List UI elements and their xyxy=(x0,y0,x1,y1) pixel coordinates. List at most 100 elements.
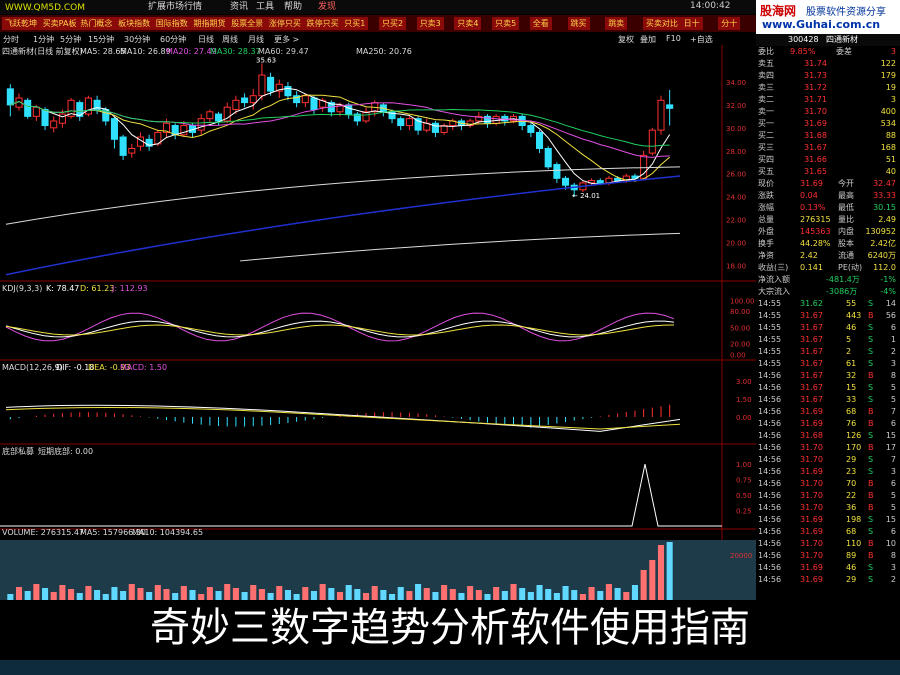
period-tab-7[interactable]: 周线 xyxy=(222,34,238,45)
func-button-11[interactable]: 只卖3 xyxy=(416,17,444,30)
stat-value2: 30.15 xyxy=(873,203,896,212)
stat-value: 0.04 xyxy=(800,191,818,200)
tick-time: 14:56 xyxy=(758,551,782,560)
candle-body xyxy=(397,118,405,127)
tick-side: S xyxy=(868,575,874,584)
func-button-8[interactable]: 跌停只买 xyxy=(303,17,342,30)
tick-side: S xyxy=(868,347,874,356)
func-button-15[interactable]: 跳买 xyxy=(567,17,590,30)
tick-price: 31.67 xyxy=(800,323,823,332)
func-button-3[interactable]: 板块指数 xyxy=(115,17,154,30)
func-button-4[interactable]: 国际指数 xyxy=(152,17,191,30)
period-tab-1[interactable]: 1分钟 xyxy=(33,34,54,45)
tick-side: B xyxy=(868,551,874,560)
menu-item-7[interactable]: 帮助 xyxy=(284,1,302,13)
period-tab-4[interactable]: 30分钟 xyxy=(124,34,150,45)
bid-qty: 51 xyxy=(885,155,896,164)
tick-price: 31.69 xyxy=(800,515,823,524)
func-button-1[interactable]: 买卖PA板 xyxy=(39,17,80,30)
func-button-19[interactable]: 分十 xyxy=(718,17,741,30)
tick-count: 5 xyxy=(890,503,896,512)
toolbar-button-1[interactable]: 叠加 xyxy=(640,34,656,45)
func-button-12[interactable]: 只卖4 xyxy=(454,17,482,30)
func-button-13[interactable]: 只卖5 xyxy=(492,17,520,30)
bid-label: 买四 xyxy=(758,155,774,164)
main-ytick: 34.00 xyxy=(726,79,746,87)
candle-body xyxy=(666,104,674,109)
func-button-9[interactable]: 只买1 xyxy=(341,17,369,30)
tick-side: S xyxy=(868,563,874,572)
bid-label: 买一 xyxy=(758,119,774,128)
candle-body xyxy=(345,104,353,115)
stat-label: 外盘 xyxy=(758,227,774,236)
tick-side: B xyxy=(868,311,874,320)
func-button-0[interactable]: 飞跃乾坤 xyxy=(2,17,40,30)
stat-row: 涨跌 0.04 最高 33.33 xyxy=(756,190,900,202)
func-button-2[interactable]: 热门概念 xyxy=(77,17,116,30)
tick-time: 14:55 xyxy=(758,323,782,332)
tick-volume: 126 xyxy=(846,431,862,440)
ma30-label: MA30: 28.37 xyxy=(210,47,261,56)
candle-body xyxy=(128,147,136,154)
bid-row: 买四 31.66 51 xyxy=(756,154,900,166)
period-tab-9[interactable]: 更多 > xyxy=(274,34,299,45)
period-tab-2[interactable]: 5分钟 xyxy=(60,34,81,45)
tick-price: 31.69 xyxy=(800,407,823,416)
tick-row: 14:56 31.69 46 S 3 xyxy=(756,562,900,574)
stat-value: 276315 xyxy=(800,215,831,224)
tick-count: 1 xyxy=(890,335,896,344)
menu-item-5[interactable]: 资讯 xyxy=(230,1,248,13)
period-tab-0[interactable]: 分时 xyxy=(3,34,19,45)
low-price-label: ← 24.01 xyxy=(572,192,600,200)
toolbar-button-0[interactable]: 复权 xyxy=(618,34,634,45)
tick-row: 14:56 31.67 15 S 5 xyxy=(756,382,900,394)
tick-time: 14:56 xyxy=(758,431,782,440)
tick-volume: 76 xyxy=(846,419,857,428)
menu-item-8[interactable]: 发现 xyxy=(318,1,336,13)
tick-side: B xyxy=(868,443,874,452)
volume-ytick: 20000 xyxy=(730,552,752,560)
candle-body xyxy=(110,118,118,140)
stat-value: 145363 xyxy=(800,227,831,236)
tick-side: S xyxy=(868,527,874,536)
toolbar-button-2[interactable]: F10 xyxy=(666,34,681,43)
stat-label: 换手 xyxy=(758,239,774,248)
tick-time: 14:56 xyxy=(758,443,782,452)
func-button-16[interactable]: 跳卖 xyxy=(605,17,628,30)
tick-price: 31.70 xyxy=(800,455,823,464)
volume-bar xyxy=(640,570,647,600)
volume-chart: 20000 xyxy=(0,540,756,600)
tick-side: B xyxy=(868,419,874,428)
toolbar-button-3[interactable]: +自选 xyxy=(690,34,713,45)
logo-slogan: 股票软件资源分享 xyxy=(806,7,886,18)
tick-time: 14:56 xyxy=(758,515,782,524)
stat-label: 现价 xyxy=(758,179,774,188)
candle-body xyxy=(657,99,665,131)
func-button-5[interactable]: 期指期货 xyxy=(190,17,229,30)
period-tab-6[interactable]: 日线 xyxy=(198,34,214,45)
main-ytick: 32.00 xyxy=(726,102,746,110)
func-button-14[interactable]: 全看 xyxy=(529,17,552,30)
menu-item-4[interactable]: 扩展市场行情 xyxy=(148,1,202,13)
tick-time: 14:56 xyxy=(758,575,782,584)
func-button-10[interactable]: 只买2 xyxy=(379,17,407,30)
wei-value2: 3 xyxy=(890,47,896,56)
flow-pct: -4% xyxy=(880,287,896,296)
bid-price: 31.69 xyxy=(804,119,827,128)
bottom-ytick: 1.00 xyxy=(736,461,752,469)
func-button-7[interactable]: 涨停只买 xyxy=(265,17,304,30)
tick-row: 14:56 31.69 68 B 7 xyxy=(756,406,900,418)
period-tab-3[interactable]: 15分钟 xyxy=(88,34,114,45)
func-button-6[interactable]: 股票全景 xyxy=(228,17,267,30)
tick-side: B xyxy=(868,479,874,488)
menu-item-6[interactable]: 工具 xyxy=(256,1,274,13)
period-tab-8[interactable]: 月线 xyxy=(248,34,264,45)
func-button-17[interactable]: 买卖对比 xyxy=(642,17,681,30)
period-tab-5[interactable]: 60分钟 xyxy=(160,34,186,45)
func-button-18[interactable]: 日十 xyxy=(680,17,703,30)
tick-side: B xyxy=(868,407,874,416)
bid-qty: 88 xyxy=(885,131,896,140)
candle-body xyxy=(267,76,275,92)
flow-pct: -1% xyxy=(880,275,896,284)
bottom-sub: 短期底部: 0.00 xyxy=(38,446,93,456)
